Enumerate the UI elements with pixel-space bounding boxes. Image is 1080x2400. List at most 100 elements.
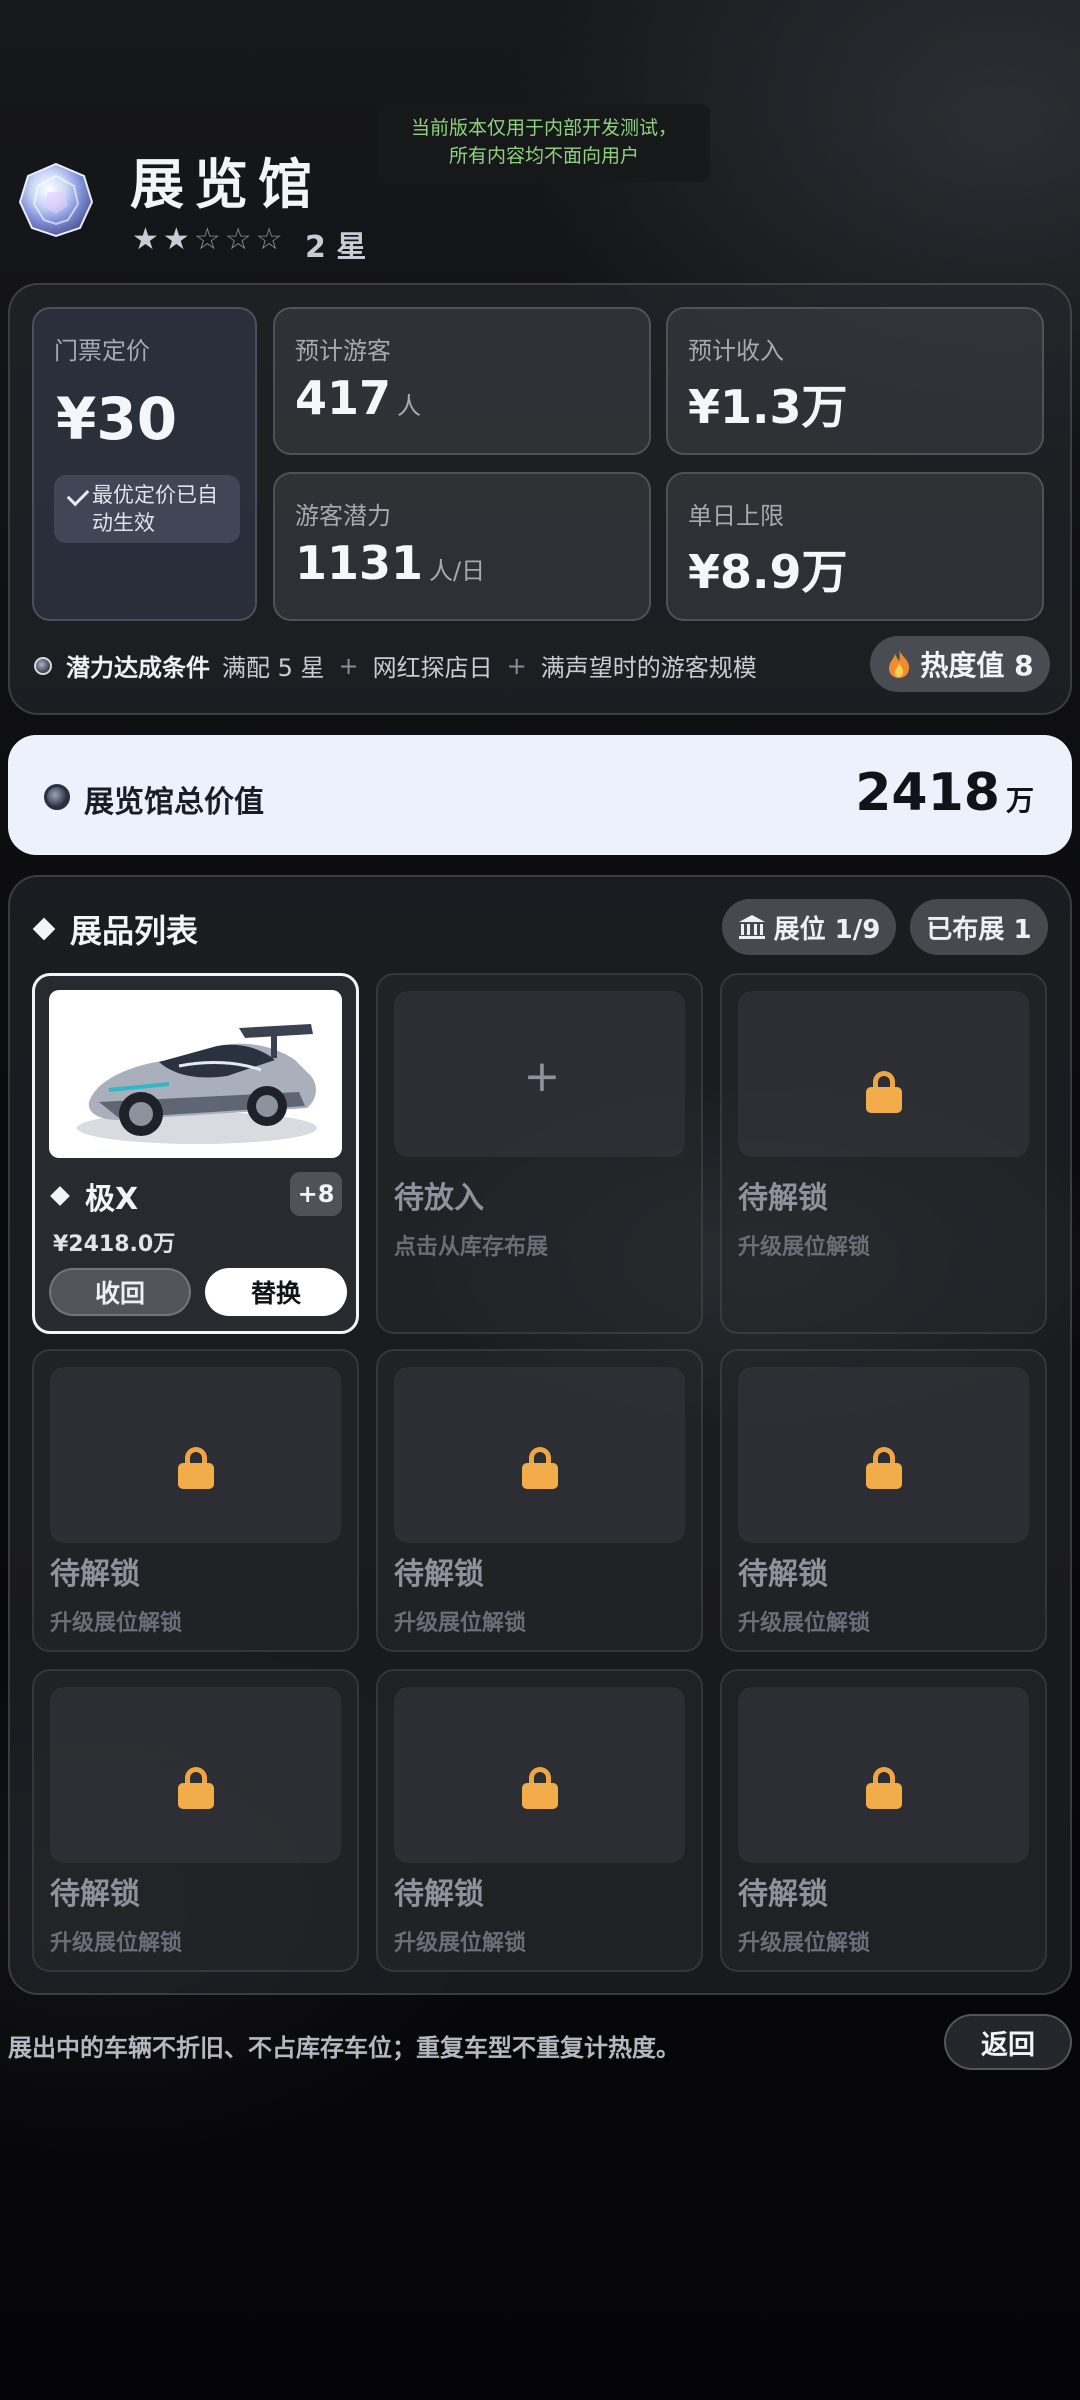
ticket-price-value: ¥30 bbox=[56, 385, 178, 453]
visitor-potential-value: 1131 bbox=[295, 536, 424, 590]
star-empty-icon: ☆ bbox=[255, 222, 285, 257]
dev-notice-line1: 当前版本仅用于内部开发测试， bbox=[410, 117, 677, 139]
optimal-price-badge: 最优定价已自动生效 bbox=[54, 475, 240, 543]
slot-subtitle: 升级展位解锁 bbox=[394, 1611, 527, 1636]
slot-subtitle: 升级展位解锁 bbox=[394, 1931, 527, 1956]
expected-income-value: ¥1.3万 bbox=[688, 380, 848, 434]
total-value-label: 展览馆总价值 bbox=[84, 785, 264, 820]
slot-title: 待解锁 bbox=[50, 1557, 140, 1592]
potential-conditions: 潜力达成条件 满配 5 星 + 网红探店日 + 满声望时的游客规模 bbox=[34, 648, 757, 683]
ticket-price-label: 门票定价 bbox=[54, 337, 150, 365]
slot-title: 待放入 bbox=[394, 1181, 484, 1216]
diamond-icon bbox=[32, 917, 56, 941]
car-image bbox=[49, 990, 342, 1158]
slot-subtitle: 升级展位解锁 bbox=[738, 1931, 871, 1956]
lock-icon bbox=[865, 1767, 902, 1809]
slot-title: 待解锁 bbox=[738, 1557, 828, 1592]
expected-visitors-unit: 人 bbox=[397, 392, 422, 420]
check-icon bbox=[66, 483, 90, 507]
slot-thumb bbox=[50, 1367, 341, 1543]
exhibit-slot-car[interactable]: 极X +8 ¥2418.0万 收回 替换 bbox=[32, 973, 359, 1334]
ticket-price-card[interactable]: 门票定价 ¥30 最优定价已自动生效 bbox=[32, 307, 257, 621]
slot-subtitle: 升级展位解锁 bbox=[738, 1611, 871, 1636]
condition-item: 满配 5 星 bbox=[222, 654, 325, 682]
exhibit-slot-locked[interactable]: 待解锁 升级展位解锁 bbox=[720, 973, 1047, 1334]
diamond-icon bbox=[50, 1186, 70, 1206]
exhibit-slot-locked[interactable]: 待解锁 升级展位解锁 bbox=[720, 1349, 1047, 1652]
booth-count-pill[interactable]: 展位 1/9 bbox=[722, 899, 896, 955]
visitor-potential-unit: 人/日 bbox=[429, 557, 486, 585]
total-value-bar: 展览馆总价值 2418 万 bbox=[8, 735, 1072, 855]
expected-visitors-stat: 417 人 bbox=[295, 371, 421, 425]
placed-count-label: 已布展 1 bbox=[926, 914, 1032, 945]
fire-icon bbox=[889, 650, 910, 678]
slot-subtitle: 升级展位解锁 bbox=[50, 1611, 183, 1636]
slot-subtitle: 升级展位解锁 bbox=[738, 1235, 871, 1260]
recall-button[interactable]: 收回 bbox=[49, 1268, 191, 1316]
orb-icon bbox=[34, 656, 52, 675]
car-price: ¥2418.0万 bbox=[53, 1232, 176, 1257]
total-value-amount: 2418 万 bbox=[855, 763, 1034, 823]
plus-icon: + bbox=[523, 1051, 561, 1102]
slot-subtitle: 升级展位解锁 bbox=[50, 1931, 183, 1956]
slot-thumb bbox=[50, 1687, 341, 1863]
car-upgrade-badge: +8 bbox=[290, 1172, 342, 1216]
plus-separator: + bbox=[506, 651, 527, 680]
slot-thumb bbox=[738, 1687, 1029, 1863]
lock-icon bbox=[521, 1767, 558, 1809]
gem-icon bbox=[18, 162, 94, 238]
star-filled-icon: ★ bbox=[162, 222, 192, 257]
exhibit-slot-empty[interactable]: + 待放入 点击从库存布展 bbox=[376, 973, 703, 1334]
car-name-text: 极X bbox=[85, 1182, 139, 1217]
condition-item: 满声望时的游客规模 bbox=[540, 654, 757, 682]
exhibit-slot-locked[interactable]: 待解锁 升级展位解锁 bbox=[32, 1349, 359, 1652]
plus-separator: + bbox=[338, 651, 359, 680]
slot-subtitle: 点击从库存布展 bbox=[394, 1235, 549, 1260]
back-button[interactable]: 返回 bbox=[944, 2014, 1072, 2070]
visitor-potential-stat: 1131 人/日 bbox=[295, 536, 485, 590]
footer-note: 展出中的车辆不折旧、不占库存车位；重复车型不重复计热度。 bbox=[8, 2034, 680, 2062]
heat-badge[interactable]: 热度值 8 bbox=[870, 636, 1050, 692]
expected-visitors-label: 预计游客 bbox=[295, 337, 391, 365]
page-title: 展览馆 bbox=[130, 153, 322, 216]
expected-visitors-card: 预计游客 417 人 bbox=[273, 307, 651, 455]
star-level-label: 2 星 bbox=[305, 230, 367, 265]
expected-income-card: 预计收入 ¥1.3万 bbox=[666, 307, 1044, 455]
heat-label: 热度值 8 bbox=[920, 649, 1034, 682]
slot-title: 待解锁 bbox=[50, 1877, 140, 1912]
expected-visitors-value: 417 bbox=[295, 371, 392, 425]
slot-thumb: + bbox=[394, 991, 685, 1157]
dev-notice-line2: 所有内容均不面向用户 bbox=[448, 145, 639, 167]
slot-title: 待解锁 bbox=[738, 1181, 828, 1216]
exhibit-slot-locked[interactable]: 待解锁 升级展位解锁 bbox=[376, 1349, 703, 1652]
slot-title: 待解锁 bbox=[394, 1877, 484, 1912]
dev-notice: 当前版本仅用于内部开发测试， 所有内容均不面向用户 bbox=[378, 104, 710, 182]
exhibit-slot-locked[interactable]: 待解锁 升级展位解锁 bbox=[376, 1669, 703, 1972]
slot-title: 待解锁 bbox=[394, 1557, 484, 1592]
exhibits-title-text: 展品列表 bbox=[70, 912, 199, 950]
exhibit-slot-locked[interactable]: 待解锁 升级展位解锁 bbox=[720, 1669, 1047, 1972]
placed-count-pill: 已布展 1 bbox=[910, 899, 1048, 955]
slot-thumb bbox=[394, 1367, 685, 1543]
exhibit-slot-locked[interactable]: 待解锁 升级展位解锁 bbox=[32, 1669, 359, 1972]
replace-button[interactable]: 替换 bbox=[205, 1268, 347, 1316]
condition-item: 网红探店日 bbox=[372, 654, 493, 682]
daily-cap-card: 单日上限 ¥8.9万 bbox=[666, 472, 1044, 621]
total-value-number: 2418 bbox=[855, 763, 1000, 823]
visitor-potential-card: 游客潜力 1131 人/日 bbox=[273, 472, 651, 621]
slot-thumb bbox=[738, 1367, 1029, 1543]
daily-cap-value: ¥8.9万 bbox=[688, 545, 848, 599]
daily-cap-label: 单日上限 bbox=[688, 502, 784, 530]
orb-icon bbox=[44, 784, 70, 810]
slot-thumb bbox=[738, 991, 1029, 1157]
expected-income-label: 预计收入 bbox=[688, 337, 784, 365]
lock-icon bbox=[177, 1767, 214, 1809]
lock-icon bbox=[865, 1071, 902, 1113]
lock-icon bbox=[177, 1447, 214, 1489]
conditions-label: 潜力达成条件 bbox=[66, 654, 210, 682]
booth-count-label: 展位 1/9 bbox=[773, 914, 881, 945]
exhibits-title: 展品列表 bbox=[32, 906, 199, 952]
star-rating: ★ ★ ☆ ☆ ☆ bbox=[132, 222, 285, 257]
slot-title: 待解锁 bbox=[738, 1877, 828, 1912]
lock-icon bbox=[521, 1447, 558, 1489]
